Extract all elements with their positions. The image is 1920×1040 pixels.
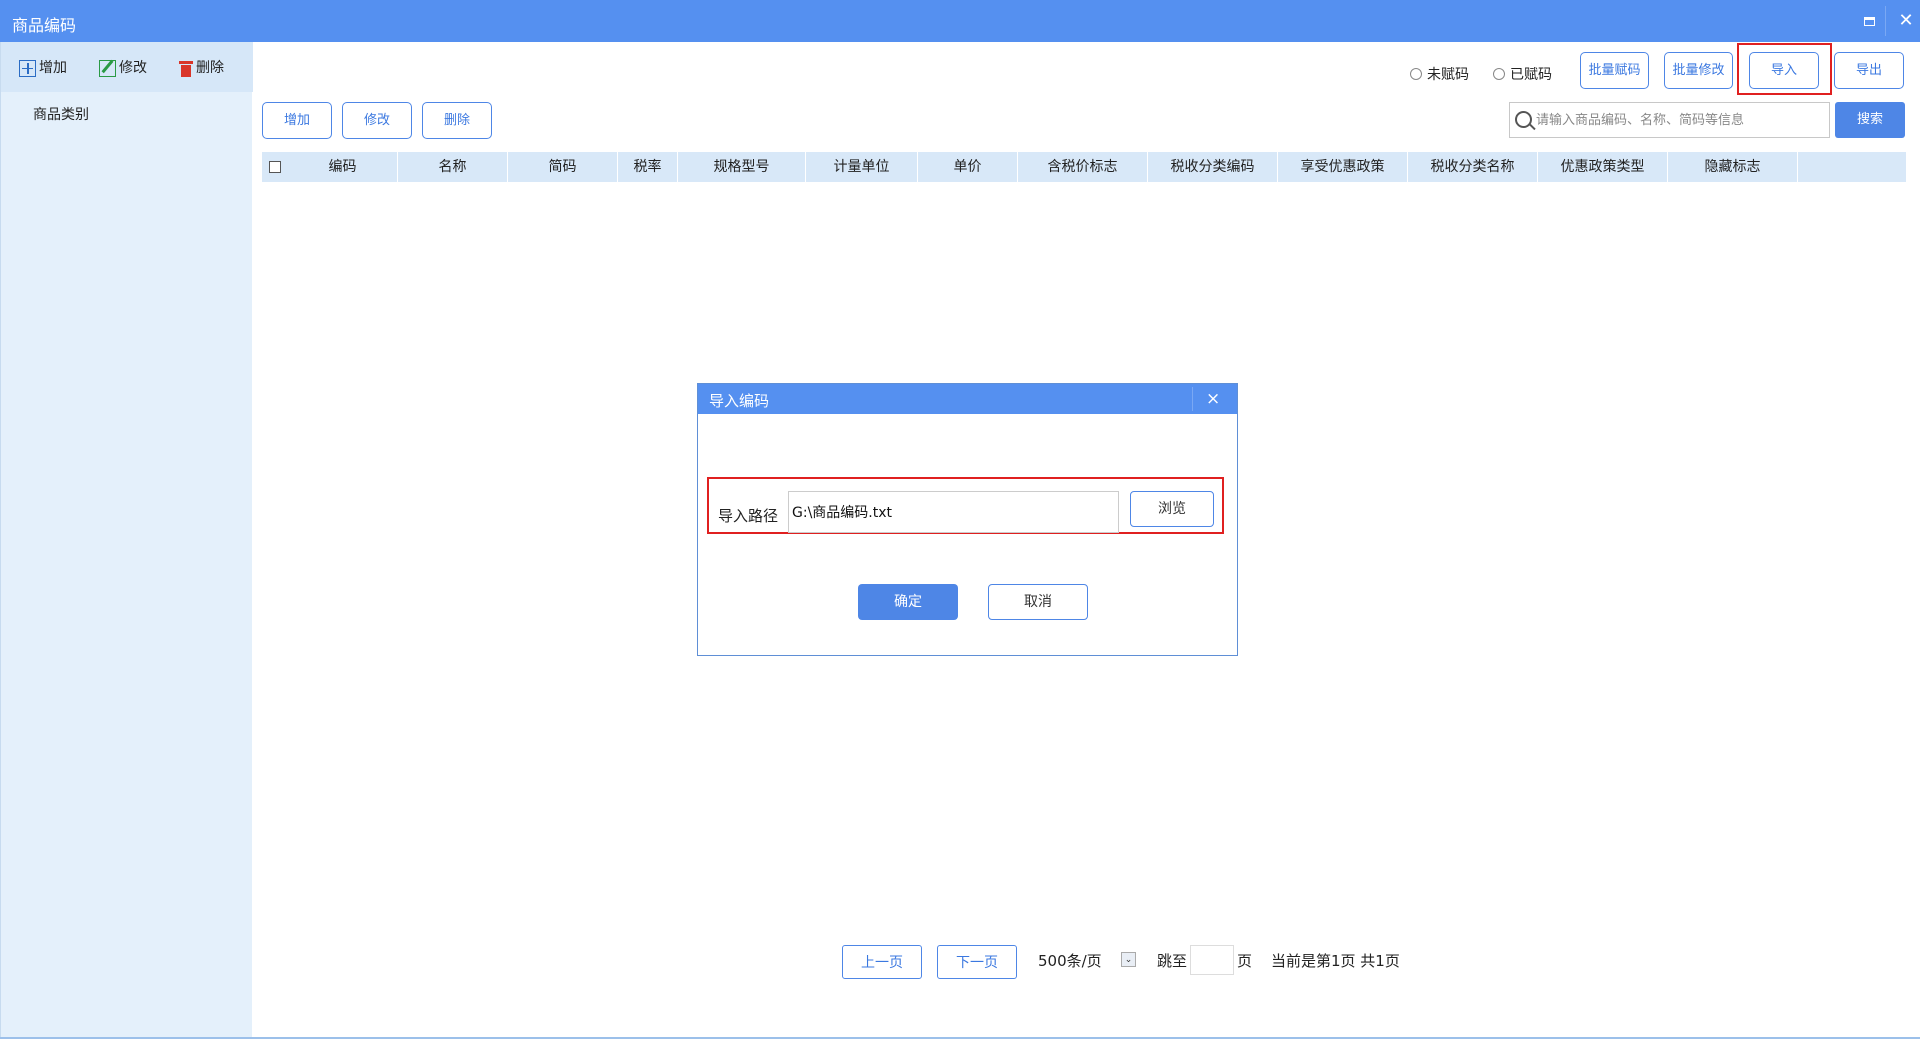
dialog-title: 导入编码 (709, 392, 770, 410)
window-titlebar: 商品编码 ✕ (0, 0, 1920, 42)
radio-unassigned-label: 未赋码 (1427, 67, 1469, 83)
column-header[interactable]: 隐藏标志 (1668, 152, 1798, 182)
chevron-down-icon[interactable]: ⌄ (1121, 952, 1136, 967)
edit-button[interactable]: 修改 (342, 102, 412, 139)
column-header[interactable]: 规格型号 (678, 152, 806, 182)
sidebar-toolbar: 增加 修改 删除 (1, 42, 253, 92)
plus-icon (19, 59, 36, 77)
close-icon[interactable]: × (1206, 389, 1220, 409)
jump-to-label: 跳至 (1157, 952, 1188, 970)
window-title: 商品编码 (12, 16, 77, 35)
column-header[interactable]: 简码 (508, 152, 618, 182)
radio-circle-icon (1410, 68, 1422, 80)
radio-circle-icon (1493, 68, 1505, 80)
sidebar-item-category[interactable]: 商品类别 (33, 104, 89, 124)
column-header[interactable]: 名称 (398, 152, 508, 182)
dialog-titlebar: 导入编码 × (698, 384, 1237, 414)
column-header[interactable]: 单价 (918, 152, 1018, 182)
close-icon[interactable]: ✕ (1895, 10, 1917, 32)
search-icon (1515, 111, 1532, 128)
sidebar-add-button[interactable]: 增加 (19, 57, 67, 79)
path-label: 导入路径 (718, 507, 779, 525)
page-size-value: 500条/页 (1038, 952, 1102, 970)
column-header[interactable]: 享受优惠政策 (1278, 152, 1408, 182)
delete-button[interactable]: 删除 (422, 102, 492, 139)
sidebar-edit-label: 修改 (119, 60, 147, 76)
column-header[interactable]: 税率 (618, 152, 678, 182)
edit-icon (99, 59, 116, 77)
path-input[interactable] (788, 491, 1119, 533)
sidebar-delete-label: 删除 (196, 60, 224, 76)
category-sidebar: 增加 修改 删除 商品类别 (0, 42, 253, 1038)
dialog-titlebar-divider (1192, 387, 1193, 411)
maximize-icon[interactable] (1858, 10, 1880, 32)
column-header[interactable]: 优惠政策类型 (1538, 152, 1668, 182)
column-header[interactable]: 含税价标志 (1018, 152, 1148, 182)
cancel-button[interactable]: 取消 (988, 584, 1088, 620)
page-status: 当前是第1页 共1页 (1271, 952, 1400, 970)
column-header[interactable]: 税收分类名称 (1408, 152, 1538, 182)
radio-unassigned[interactable]: 未赋码 (1410, 64, 1469, 84)
search-box (1509, 102, 1830, 138)
column-header[interactable]: 编码 (288, 152, 398, 182)
column-header[interactable]: 税收分类编码 (1148, 152, 1278, 182)
page-unit-label: 页 (1237, 952, 1253, 970)
search-input[interactable] (1536, 109, 1821, 131)
search-button[interactable]: 搜索 (1835, 102, 1905, 138)
batch-edit-button[interactable]: 批量修改 (1664, 52, 1733, 89)
radio-assigned[interactable]: 已赋码 (1493, 64, 1552, 84)
sidebar-add-label: 增加 (39, 60, 67, 76)
batch-assign-button[interactable]: 批量赋码 (1580, 52, 1649, 89)
select-all-checkbox[interactable] (262, 152, 288, 182)
trash-icon (179, 60, 193, 77)
import-dialog: 导入编码 × 导入路径 浏览 确定 取消 (697, 383, 1238, 656)
export-button[interactable]: 导出 (1834, 52, 1904, 89)
sidebar-edit-button[interactable]: 修改 (99, 57, 147, 79)
confirm-button[interactable]: 确定 (858, 584, 958, 620)
sidebar-delete-button[interactable]: 删除 (179, 57, 224, 79)
column-header[interactable]: 计量单位 (806, 152, 918, 182)
next-page-button[interactable]: 下一页 (937, 945, 1017, 979)
prev-page-button[interactable]: 上一页 (842, 945, 922, 979)
import-highlight-box (1737, 43, 1832, 95)
radio-assigned-label: 已赋码 (1510, 67, 1552, 83)
browse-button[interactable]: 浏览 (1130, 491, 1214, 527)
add-button[interactable]: 增加 (262, 102, 332, 139)
table-header: 编码 名称 简码 税率 规格型号 计量单位 单价 含税价标志 税收分类编码 享受… (262, 152, 1906, 182)
window-bottom-border (0, 1037, 1920, 1039)
jump-page-input[interactable] (1190, 945, 1234, 975)
titlebar-divider (1885, 6, 1886, 36)
